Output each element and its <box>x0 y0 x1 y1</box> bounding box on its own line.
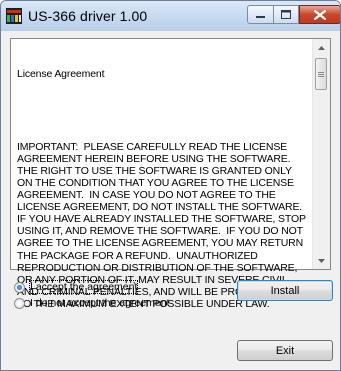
installer-window: US-366 driver 1.00 License Agreement IMP… <box>0 0 341 371</box>
license-panel[interactable]: License Agreement IMPORTANT: PLEASE CARE… <box>10 38 331 310</box>
close-button[interactable] <box>299 5 340 24</box>
accept-radio[interactable] <box>14 281 25 293</box>
decline-label[interactable]: I do not accept the agreement <box>30 297 170 309</box>
accept-label[interactable]: I accept the agreement <box>28 280 139 294</box>
decline-option[interactable]: I do not accept the agreement <box>14 296 170 310</box>
maximize-icon <box>281 10 291 19</box>
title-bar[interactable]: US-366 driver 1.00 <box>1 1 340 31</box>
accept-option[interactable]: I accept the agreement <box>14 280 139 294</box>
app-icon <box>6 8 22 24</box>
scroll-down-arrow-icon <box>318 258 325 263</box>
scroll-up-arrow-icon <box>318 45 325 50</box>
minimize-icon <box>255 15 265 18</box>
minimize-button[interactable] <box>247 5 274 24</box>
license-heading: License Agreement <box>17 68 105 81</box>
exit-button[interactable]: Exit <box>237 340 333 361</box>
scroll-thumb[interactable] <box>315 58 327 90</box>
license-scrollbar[interactable] <box>312 39 330 269</box>
grip-icon <box>318 71 324 77</box>
close-icon <box>314 9 326 20</box>
maximize-button[interactable] <box>273 5 299 24</box>
decline-radio[interactable] <box>14 297 25 309</box>
scroll-down-button[interactable] <box>313 252 330 269</box>
install-button[interactable]: Install <box>237 280 333 301</box>
scroll-up-button[interactable] <box>313 39 330 56</box>
window-title: US-366 driver 1.00 <box>28 8 148 24</box>
